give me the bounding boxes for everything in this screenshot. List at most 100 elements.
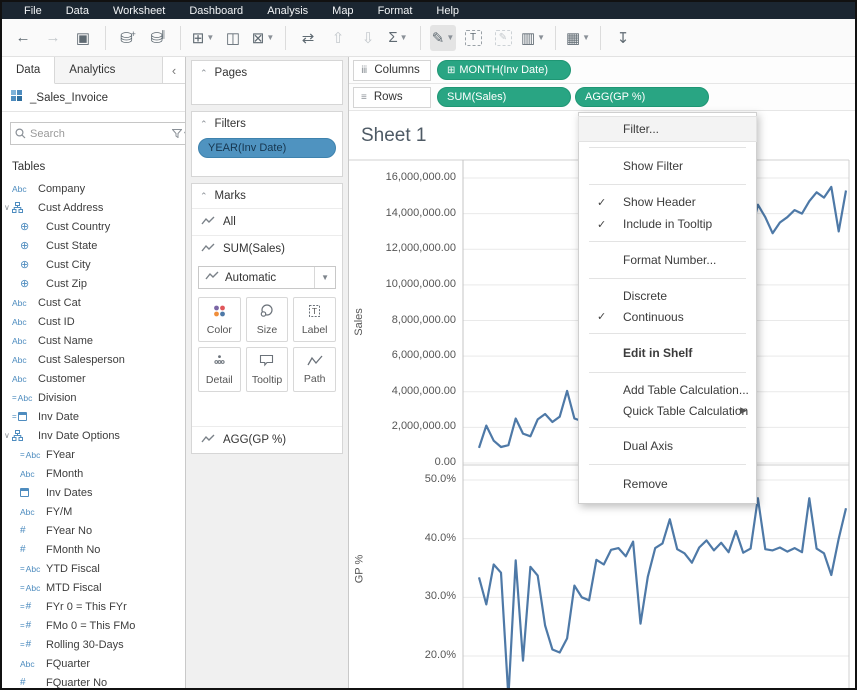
- line-mark-icon: [201, 216, 215, 229]
- menu-item-format-number[interactable]: Format Number...: [579, 248, 756, 272]
- datasource-row[interactable]: _Sales_Invoice: [2, 84, 185, 112]
- field-cust-state[interactable]: ⊕Cust State: [2, 236, 185, 255]
- menu-item-filter[interactable]: Filter...: [579, 117, 756, 141]
- menu-item-show-header[interactable]: ✓Show Header: [579, 191, 756, 213]
- menu-worksheet[interactable]: Worksheet: [101, 5, 177, 17]
- field-division[interactable]: =AbcDivision: [2, 388, 185, 407]
- rows-shelf[interactable]: ≡Rows SUM(Sales) AGG(GP %): [349, 84, 855, 111]
- menu-format[interactable]: Format: [366, 5, 425, 17]
- field-ytd-fiscal[interactable]: =AbcYTD Fiscal: [2, 559, 185, 578]
- share-icon[interactable]: ↧: [610, 25, 636, 51]
- clear-sheet-icon[interactable]: ⊠▼: [250, 25, 276, 51]
- menu-item-continuous[interactable]: ✓Continuous: [579, 306, 756, 327]
- field-cust-cat[interactable]: AbcCust Cat: [2, 293, 185, 312]
- menu-dashboard[interactable]: Dashboard: [177, 5, 255, 17]
- marks-color-button[interactable]: Color: [198, 297, 241, 342]
- menu-analysis[interactable]: Analysis: [255, 5, 320, 17]
- save-icon[interactable]: ▣: [70, 25, 96, 51]
- marks-header[interactable]: ⌃Marks: [192, 184, 342, 208]
- menu-item-edit-in-shelf[interactable]: Edit in Shelf: [579, 340, 756, 366]
- search-box[interactable]: ▾: [10, 122, 186, 145]
- menu-item-show-filter[interactable]: Show Filter: [579, 154, 756, 178]
- menu-item-remove[interactable]: Remove: [579, 471, 756, 497]
- marks-path-button[interactable]: Path: [293, 347, 336, 392]
- field-fy-m[interactable]: AbcFY/M: [2, 502, 185, 521]
- fit-icon[interactable]: ▥▼: [520, 25, 546, 51]
- field-fmonth-no[interactable]: #FMonth No: [2, 540, 185, 559]
- menu-map[interactable]: Map: [320, 5, 365, 17]
- field-filter-icon[interactable]: ▾: [172, 129, 186, 138]
- field-fyr-0-this-fyr[interactable]: =#FYr 0 = This FYr: [2, 597, 185, 616]
- menu-item-dual-axis[interactable]: Dual Axis: [579, 434, 756, 458]
- tab-analytics[interactable]: Analytics: [55, 57, 163, 83]
- field-cust-zip[interactable]: ⊕Cust Zip: [2, 274, 185, 293]
- checkmark-icon: ✓: [597, 310, 606, 323]
- menu-file[interactable]: File: [12, 5, 54, 17]
- tables-header: Tables: [2, 153, 185, 179]
- redo-icon[interactable]: →: [40, 25, 66, 51]
- field-inv-date-options[interactable]: ∨Inv Date Options: [2, 426, 185, 445]
- field-cust-name[interactable]: AbcCust Name: [2, 331, 185, 350]
- menu-item-add-table-calculation[interactable]: Add Table Calculation...: [579, 379, 756, 400]
- field-cust-address[interactable]: ∨Cust Address: [2, 198, 185, 217]
- sort-ascending-icon[interactable]: ⇧: [325, 25, 351, 51]
- field-label: FMonth: [46, 468, 83, 480]
- field-company[interactable]: AbcCompany: [2, 179, 185, 198]
- marks-tab-label: All: [223, 216, 236, 228]
- field-mtd-fiscal[interactable]: =AbcMTD Fiscal: [2, 578, 185, 597]
- new-data-source-icon[interactable]: ⛁+: [115, 25, 141, 51]
- totals-icon[interactable]: Σ▼: [385, 25, 411, 51]
- filters-header[interactable]: ⌃Filters: [192, 112, 342, 136]
- pill-sum-sales[interactable]: SUM(Sales): [437, 87, 571, 107]
- abc-calc-field-icon: =Abc: [20, 583, 46, 593]
- field-rolling-30-days[interactable]: =#Rolling 30-Days: [2, 635, 185, 654]
- show-mark-labels-icon[interactable]: T: [460, 25, 486, 51]
- marks-label-button[interactable]: TLabel: [293, 297, 336, 342]
- menu-help[interactable]: Help: [424, 5, 471, 17]
- field-fmo-0-this-fmo[interactable]: =#FMo 0 = This FMo: [2, 616, 185, 635]
- sort-descending-icon[interactable]: ⇩: [355, 25, 381, 51]
- marks-tab-agg-gp[interactable]: AGG(GP %): [192, 426, 342, 453]
- marks-tab-all[interactable]: All: [192, 208, 342, 235]
- menu-item-include-in-tooltip[interactable]: ✓Include in Tooltip: [579, 213, 756, 235]
- field-customer[interactable]: AbcCustomer: [2, 369, 185, 388]
- field-fquarter[interactable]: AbcFQuarter: [2, 654, 185, 673]
- field-fmonth[interactable]: AbcFMonth: [2, 464, 185, 483]
- field-fyear-no[interactable]: #FYear No: [2, 521, 185, 540]
- duplicate-sheet-icon[interactable]: ◫: [220, 25, 246, 51]
- format-annotation-icon[interactable]: ✎: [490, 25, 516, 51]
- columns-shelf[interactable]: ⅲColumns ⊞MONTH(Inv Date): [349, 57, 855, 84]
- collapse-panel-icon[interactable]: ‹: [163, 57, 185, 83]
- field-fyear[interactable]: =AbcFYear: [2, 445, 185, 464]
- field-cust-city[interactable]: ⊕Cust City: [2, 255, 185, 274]
- pill-agg-gp[interactable]: AGG(GP %): [575, 87, 709, 107]
- marks-label: Marks: [215, 190, 246, 202]
- highlight-icon[interactable]: ✎▼: [430, 25, 456, 51]
- new-worksheet-icon[interactable]: ⊞▼: [190, 25, 216, 51]
- field-cust-id[interactable]: AbcCust ID: [2, 312, 185, 331]
- marks-size-button[interactable]: Size: [246, 297, 289, 342]
- field-inv-dates[interactable]: Inv Dates: [2, 483, 185, 502]
- undo-icon[interactable]: ←: [10, 25, 36, 51]
- field-cust-country[interactable]: ⊕Cust Country: [2, 217, 185, 236]
- menu-data[interactable]: Data: [54, 5, 101, 17]
- marks-detail-button[interactable]: Detail: [198, 347, 241, 392]
- field-fquarter-no[interactable]: #FQuarter No: [2, 673, 185, 688]
- marks-tooltip-button[interactable]: Tooltip: [246, 347, 289, 392]
- abc-field-icon: Abc: [12, 184, 38, 194]
- menu-item-discrete[interactable]: Discrete: [579, 285, 756, 306]
- swap-rows-columns-icon[interactable]: ⇄: [295, 25, 321, 51]
- filter-pill-year-inv-date[interactable]: YEAR(Inv Date): [198, 138, 336, 158]
- pages-header[interactable]: ⌃Pages: [192, 61, 342, 85]
- pause-auto-updates-icon[interactable]: ⛁∥: [145, 25, 171, 51]
- pill-month-inv-date[interactable]: ⊞MONTH(Inv Date): [437, 60, 571, 80]
- show-me-icon[interactable]: ▦▼: [565, 25, 591, 51]
- mark-type-dropdown[interactable]: Automatic ▼: [198, 266, 336, 289]
- marks-tab-sum-sales[interactable]: SUM(Sales): [192, 235, 342, 262]
- tab-data[interactable]: Data: [2, 57, 55, 84]
- field-label: Inv Date: [38, 411, 79, 423]
- field-inv-date[interactable]: =Inv Date: [2, 407, 185, 426]
- field-cust-salesperson[interactable]: AbcCust Salesperson: [2, 350, 185, 369]
- search-input[interactable]: [30, 128, 172, 140]
- menu-item-quick-table-calculation[interactable]: Quick Table Calculation▶: [579, 400, 756, 421]
